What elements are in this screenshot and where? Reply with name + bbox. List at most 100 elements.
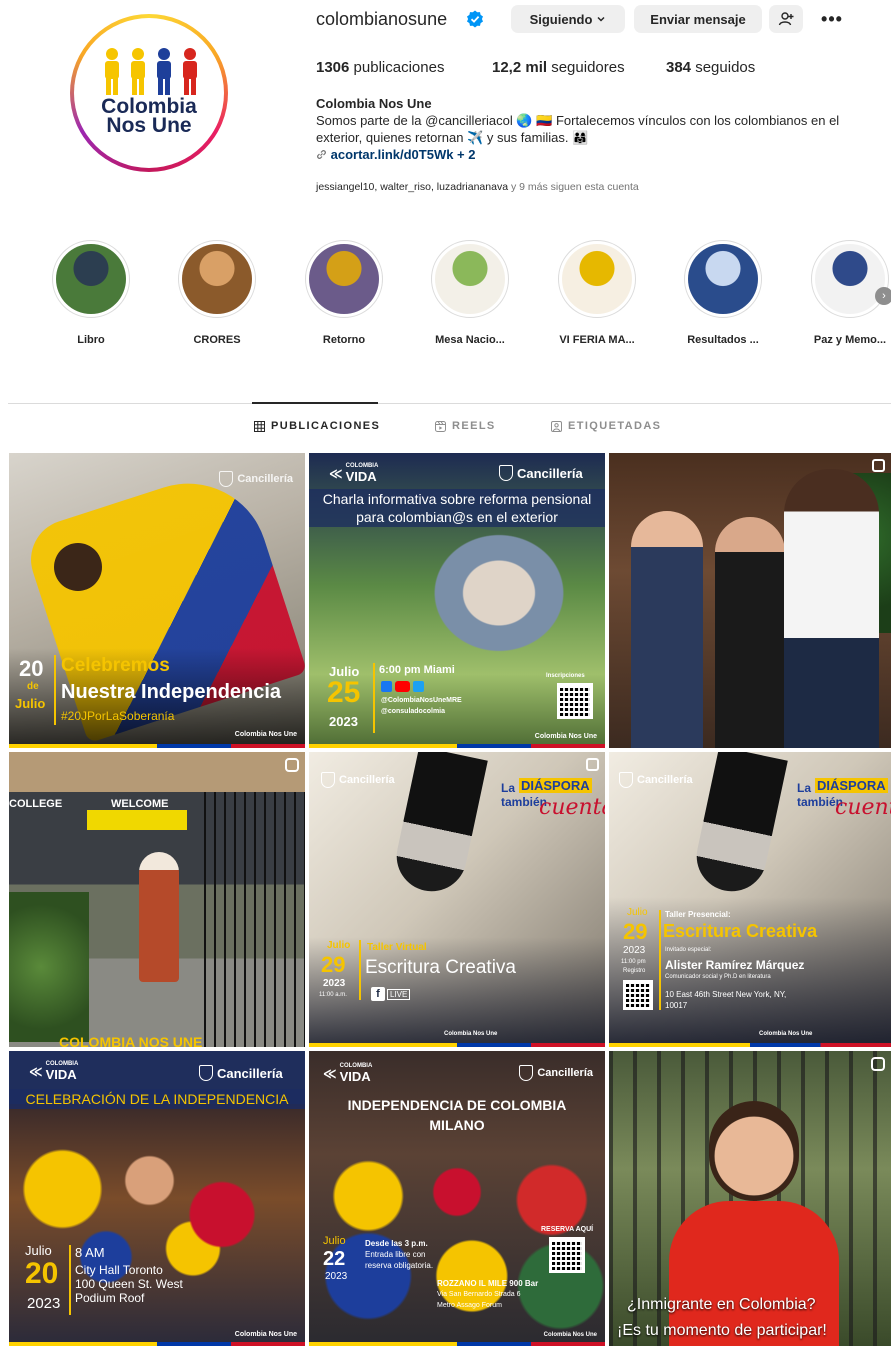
post-8[interactable]: ≪ COLOMBIA VIDA Cancillería INDEPENDENCIA …	[309, 1051, 605, 1346]
logo-figures-icon	[105, 48, 197, 95]
flag-stripe	[9, 1342, 305, 1346]
post-7-month: Julio	[25, 1243, 52, 1258]
following-count[interactable]: 384 seguidos	[666, 59, 755, 76]
post-7-place1: City Hall Toronto	[75, 1263, 163, 1277]
vida-logo: ≪ COLOMBIA VIDA	[329, 463, 378, 484]
post-4-banner: COLOMBIA NOS UNE	[59, 1034, 203, 1047]
youtube-icon	[395, 681, 410, 692]
tab-tagged-label: ETIQUETADAS	[568, 420, 662, 432]
highlight-label: VI FERIA MA...	[559, 334, 635, 346]
profile-avatar[interactable]: Colombia Nos Une	[70, 14, 228, 172]
followers-count[interactable]: 12,2 mil seguidores	[492, 59, 625, 76]
post-6-year: 2023	[623, 945, 646, 956]
post-1-day: 20	[19, 656, 44, 681]
highlight-cover	[56, 244, 126, 314]
highlight-2[interactable]: CRORES	[167, 240, 267, 346]
post-6-brand: Colombia Nos Une	[759, 1031, 813, 1037]
post-5-cuenta: cuenta	[539, 795, 605, 820]
person-1	[631, 511, 703, 748]
highlight-cover	[688, 244, 758, 314]
post-9-line1: ¿Inmigrante en Colombia?	[627, 1296, 816, 1313]
post-6-guest-role: Comunicador social y Ph.D en literatura	[665, 974, 771, 980]
avatar-text-line2: Nos Une	[106, 114, 192, 137]
post-8-title1: INDEPENDENCIA DE COLOMBIA	[347, 1097, 567, 1113]
post-3[interactable]	[609, 453, 891, 748]
shield-icon	[199, 1065, 213, 1081]
highlight-5[interactable]: VI FERIA MA...	[547, 240, 647, 346]
qr-code-icon	[623, 980, 653, 1010]
post-1-de: de	[27, 681, 39, 692]
facebook-live: f LIVE	[371, 987, 411, 1001]
post-8-free2: reserva obligatoria.	[365, 1261, 434, 1270]
more-options-icon[interactable]: •••	[818, 5, 846, 33]
followers-count-value: 12,2 mil	[492, 59, 548, 76]
highlight-label: CRORES	[193, 334, 241, 346]
highlight-6[interactable]: Resultados ...	[673, 240, 773, 346]
post-2-day: 25	[327, 676, 361, 709]
reel-icon	[871, 1057, 885, 1071]
bushes	[9, 892, 89, 1042]
highlight-ring	[684, 240, 762, 318]
vida-logo: ≪ COLOMBIA VIDA	[29, 1061, 78, 1082]
highlight-1[interactable]: Libro	[41, 240, 141, 346]
post-8-brand: Colombia Nos Une	[543, 1332, 597, 1338]
post-4[interactable]: COLLEGE WELCOME COLOMBIA NOS UNE	[9, 752, 305, 1047]
profile-bio: Colombia Nos Une Somos parte de la @canc…	[316, 95, 881, 163]
highlights-next-icon[interactable]: ›	[875, 287, 891, 305]
posts-count: 1306 publicaciones	[316, 59, 444, 76]
post-8-day: 22	[323, 1248, 346, 1270]
followed-by[interactable]: jessiangel10, walter_riso, luzadriananav…	[316, 181, 639, 193]
post-8-venue3: Metro Assago Forum	[437, 1302, 502, 1309]
add-user-icon	[778, 12, 794, 26]
bio-link[interactable]: acortar.link/d0T5Wk + 2	[331, 147, 476, 162]
post-6-diaspora: DIÁSPORA	[815, 778, 888, 793]
post-8-title2: MILANO	[429, 1117, 485, 1133]
post-6-address2: 10017	[665, 1001, 688, 1010]
post-2-handle2: @consuladocolmia	[381, 708, 446, 715]
post-6-guest: Alister Ramírez Márquez	[665, 958, 805, 972]
cancilleria-text: Cancillería	[339, 774, 395, 786]
following-count-value: 384	[666, 59, 692, 76]
post-9[interactable]: ¿Inmigrante en Colombia? ¡Es tu momento …	[609, 1051, 891, 1346]
tab-reels[interactable]: REELS	[435, 420, 496, 432]
post-1[interactable]: Cancillería 20 de Julio Celebremos Nuest…	[9, 453, 305, 748]
reels-icon	[435, 420, 446, 432]
post-6-la: La	[797, 781, 812, 795]
post-6-month: Julio	[627, 907, 648, 918]
send-message-button[interactable]: Enviar mensaje	[634, 5, 762, 33]
suggested-users-button[interactable]	[769, 5, 803, 33]
post-2[interactable]: ≪ COLOMBIA VIDA Cancillería Charla informa…	[309, 453, 605, 748]
post-6[interactable]: Cancillería La DIÁSPORA también cuenta J…	[609, 752, 891, 1047]
cancilleria-logo: Cancillería	[199, 1065, 283, 1081]
highlight-cover	[435, 244, 505, 314]
highlight-cover	[815, 244, 885, 314]
following-button[interactable]: Siguiendo	[511, 5, 625, 33]
vida-text: VIDA	[345, 469, 377, 484]
post-4-college: COLLEGE	[9, 798, 63, 810]
highlight-label: Libro	[77, 334, 105, 346]
highlight-3[interactable]: Retorno	[294, 240, 394, 346]
woman-walking	[139, 852, 179, 982]
highlight-4[interactable]: Mesa Nacio...	[420, 240, 520, 346]
person-head	[54, 543, 102, 591]
tabs-divider	[8, 403, 891, 404]
bio-name: Colombia Nos Une	[316, 96, 432, 111]
cancilleria-text: Cancillería	[537, 1067, 593, 1079]
highlight-cover	[309, 244, 379, 314]
posts-count-label: publicaciones	[353, 59, 445, 76]
tab-tagged[interactable]: ETIQUETADAS	[551, 420, 661, 432]
followed-by-users: jessiangel10, walter_riso, luzadriananav…	[316, 181, 509, 193]
post-6-cuenta: cuenta	[835, 795, 891, 820]
post-8-free1: Entrada libre con	[365, 1250, 426, 1259]
post-7[interactable]: ≪ COLOMBIA VIDA Cancillería CELEBRACIÓN DE…	[9, 1051, 305, 1346]
shield-icon	[619, 772, 633, 788]
followers-count-label: seguidores	[551, 59, 625, 76]
cancilleria-text: Cancillería	[517, 465, 583, 481]
post-5[interactable]: Cancillería La DIÁSPORA también cuenta J…	[309, 752, 605, 1047]
vida-logo: ≪ COLOMBIA VIDA	[323, 1063, 372, 1084]
post-5-year: 2023	[323, 978, 346, 989]
tab-posts[interactable]: PUBLICACIONES	[254, 420, 380, 432]
post-5-live: LIVE	[387, 988, 411, 1000]
avatar-logo: Colombia Nos Une	[77, 21, 221, 165]
flag-stripe	[309, 744, 605, 748]
